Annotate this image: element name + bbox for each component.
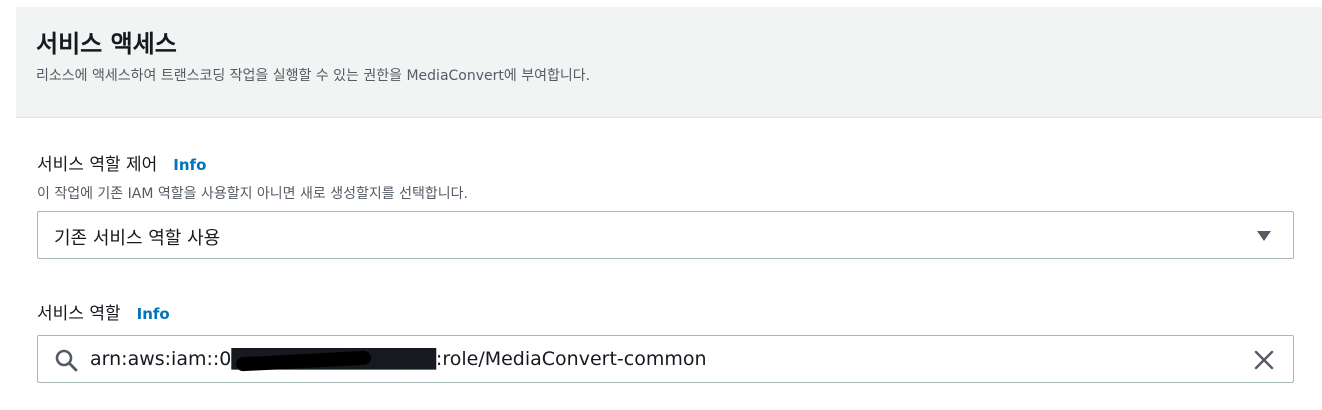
- service-role-label: 서비스 역할: [37, 304, 121, 324]
- role-control-info-link[interactable]: Info: [173, 156, 206, 174]
- service-role-search: [37, 335, 1294, 383]
- service-role-label-row: 서비스 역할 Info: [37, 299, 170, 324]
- role-control-selected-value: 기존 서비스 역할 사용: [54, 228, 221, 249]
- role-control-select[interactable]: 기존 서비스 역할 사용: [37, 211, 1294, 259]
- caret-down-icon: [1257, 231, 1271, 241]
- search-icon: [55, 349, 78, 372]
- role-control-hint: 이 작업에 기존 IAM 역할을 사용할지 아니면 새로 생성할지를 선택합니다…: [37, 186, 468, 202]
- role-control-label: 서비스 역할 제어: [37, 155, 158, 175]
- service-role-info-link[interactable]: Info: [137, 305, 170, 323]
- section-title: 서비스 액세스: [36, 30, 177, 58]
- section-header: 서비스 액세스 리소스에 액세스하여 트랜스코딩 작업을 실행할 수 있는 권한…: [16, 7, 1322, 118]
- role-control-label-row: 서비스 역할 제어 Info: [37, 150, 206, 175]
- close-icon[interactable]: [1253, 349, 1275, 371]
- section-description: 리소스에 액세스하여 트랜스코딩 작업을 실행할 수 있는 권한을 MediaC…: [36, 68, 591, 84]
